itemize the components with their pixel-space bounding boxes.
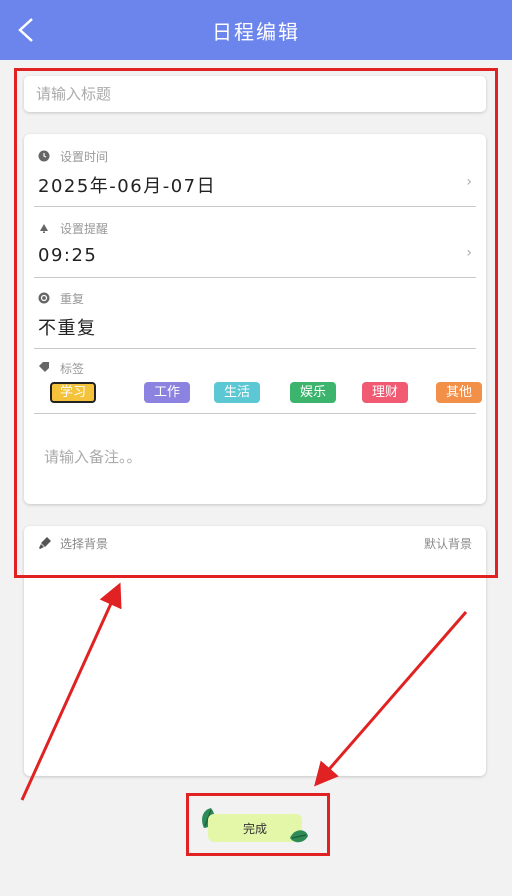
date-value: 2025年-06月-07日: [38, 176, 217, 197]
tag-chip[interactable]: 生活: [214, 382, 260, 403]
page-title: 日程编辑: [212, 20, 300, 44]
leaf-icon: [290, 830, 308, 843]
reminder-label: 设置提醒: [60, 222, 109, 236]
background-card: 选择背景 默认背景: [24, 526, 486, 776]
note-input[interactable]: [44, 446, 464, 486]
tag-chip[interactable]: 工作: [144, 382, 190, 403]
repeat-label: 重复: [60, 292, 85, 306]
reminder-row[interactable]: 设置提醒 09:25 ›: [24, 207, 486, 277]
tag-icon: [39, 362, 49, 372]
tag-chip[interactable]: 学习: [50, 382, 96, 403]
tag-list: 学习 工作 生活 娱乐 理财 其他: [50, 382, 482, 406]
app-header: 日程编辑: [0, 0, 512, 60]
settings-card: 设置时间 2025年-06月-07日 › 设置提醒 09:25 › 重复 不重复…: [24, 134, 486, 504]
repeat-row[interactable]: 重复 不重复: [24, 278, 486, 348]
clock-icon: [38, 150, 50, 162]
tag-chip[interactable]: 娱乐: [290, 382, 336, 403]
tag-chip[interactable]: 其他: [436, 382, 482, 403]
tags-label: 标签: [60, 362, 85, 376]
repeat-value: 不重复: [38, 318, 97, 339]
date-label: 设置时间: [60, 150, 109, 164]
chevron-right-icon: ›: [466, 245, 472, 261]
divider: [34, 413, 476, 414]
bell-icon: [40, 224, 48, 233]
default-background-button[interactable]: 默认背景: [424, 535, 472, 552]
tag-chip[interactable]: 理财: [362, 382, 408, 403]
date-row[interactable]: 设置时间 2025年-06月-07日 ›: [24, 134, 486, 206]
title-input[interactable]: [24, 76, 486, 112]
repeat-icon: [38, 292, 50, 304]
brush-icon: [39, 537, 51, 549]
chevron-right-icon: ›: [466, 174, 472, 190]
done-button-wrapper: 完成: [198, 806, 312, 846]
reminder-value: 09:25: [38, 245, 98, 266]
background-label: 选择背景: [60, 537, 109, 551]
